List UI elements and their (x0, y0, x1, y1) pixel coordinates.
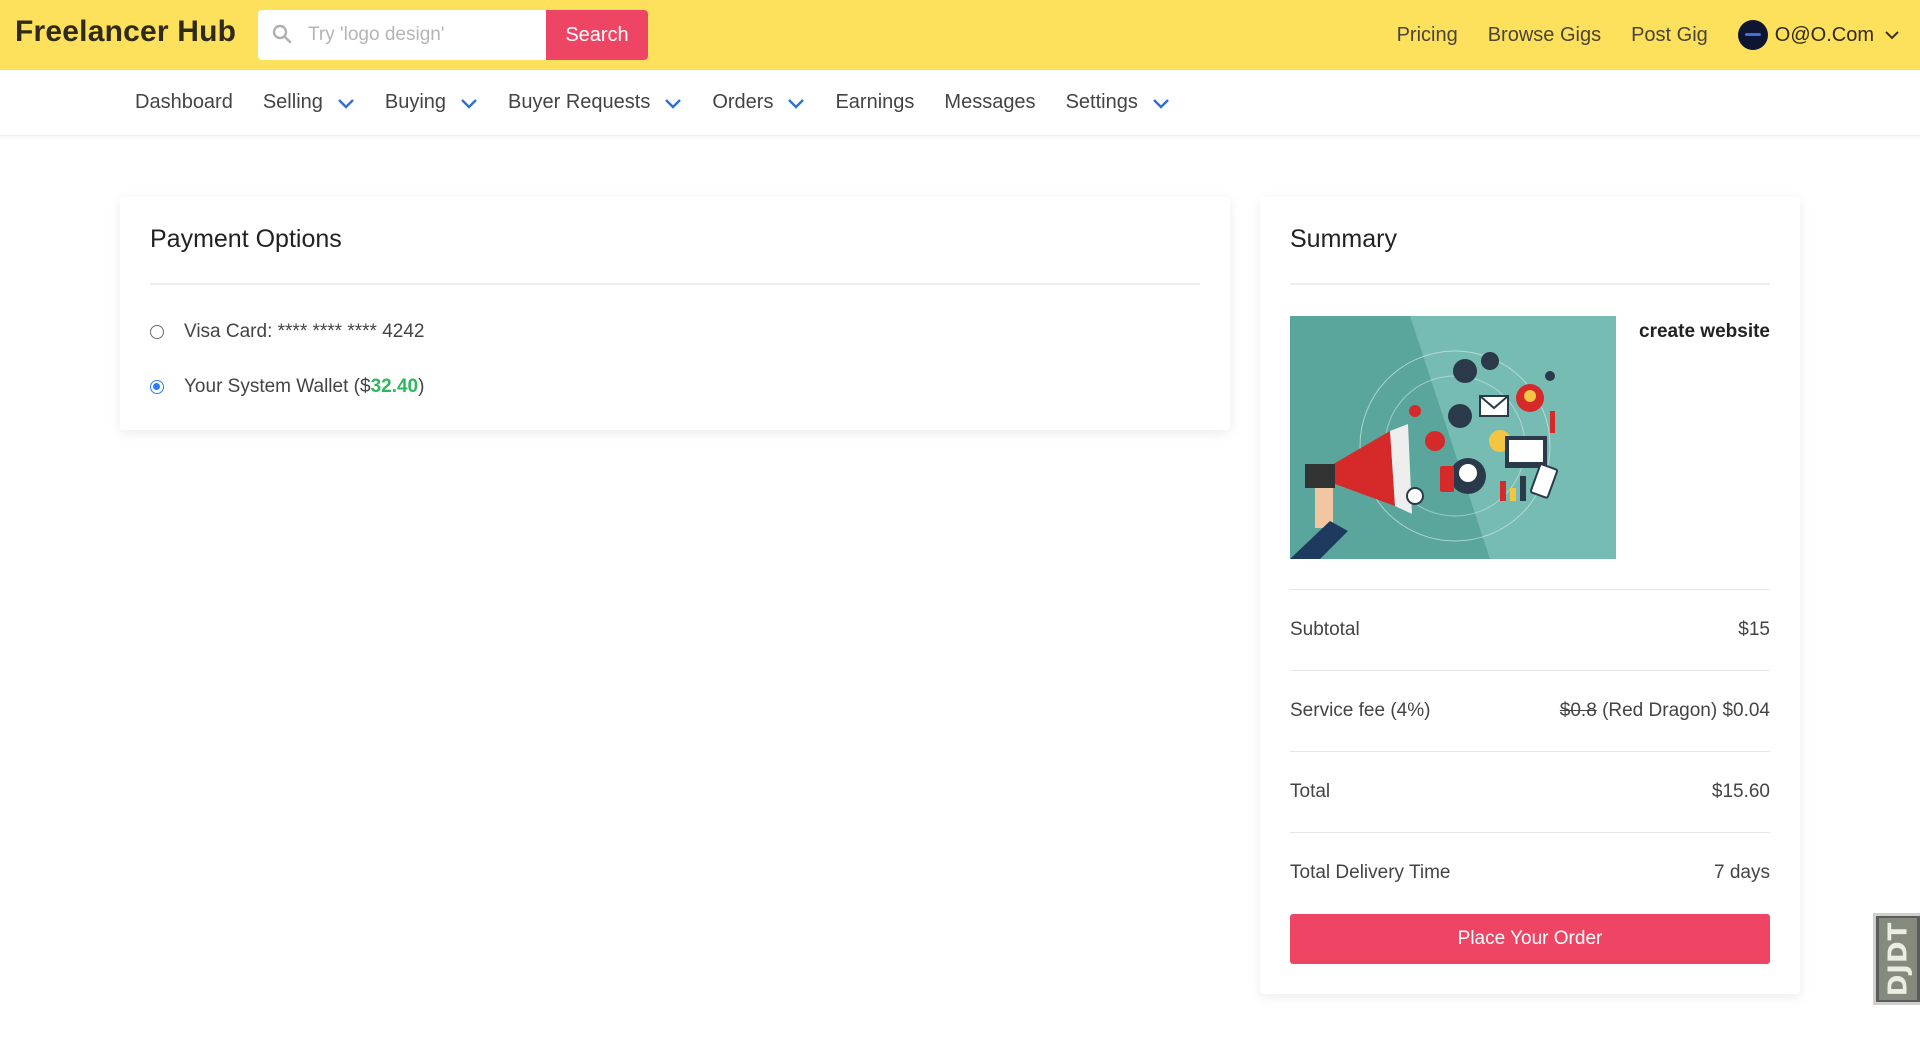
subnav-item-earnings[interactable]: Earnings (835, 91, 914, 114)
summary-row-subtotal: Subtotal $15 (1290, 589, 1770, 670)
chevron-down-icon (788, 98, 805, 109)
divider (1290, 283, 1770, 285)
subnav-item-orders[interactable]: Orders (712, 91, 805, 114)
gig-thumbnail[interactable] (1290, 316, 1616, 559)
search-icon (272, 24, 292, 44)
total-label: Total (1290, 781, 1331, 802)
delivery-value: 7 days (1714, 862, 1770, 883)
wallet-label-prefix: Your System Wallet ($ (184, 376, 371, 397)
payment-options-title: Payment Options (150, 225, 342, 253)
service-fee-value: $0.8 (Red Dragon) $0.04 (1560, 700, 1770, 722)
debug-toolbar-inner: DJDT (1879, 918, 1917, 1000)
user-name: O@O.Com (1774, 23, 1874, 46)
chevron-down-icon (665, 98, 682, 109)
megaphone-illustration (1290, 316, 1616, 559)
summary-title: Summary (1290, 225, 1397, 253)
debug-toolbar-handle[interactable]: DJDT (1873, 913, 1920, 1005)
payment-option-visa[interactable]: Visa Card: **** **** **** 4242 (150, 321, 424, 343)
top-bar: Freelancer Hub Search Pricing Browse Gig… (0, 0, 1920, 70)
payment-options-card: Payment Options Visa Card: **** **** ***… (120, 197, 1230, 430)
visa-label: Visa Card: **** **** **** 4242 (184, 321, 425, 342)
gig-title[interactable]: create website (1639, 321, 1770, 343)
chevron-down-icon (1152, 98, 1169, 109)
subnav-label: Dashboard (135, 91, 233, 113)
subnav-item-buyer-requests[interactable]: Buyer Requests (508, 91, 682, 114)
subnav-label: Earnings (835, 91, 915, 113)
avatar (1737, 20, 1768, 50)
subnav-item-dashboard[interactable]: Dashboard (135, 91, 233, 114)
subtotal-value: $15 (1738, 619, 1770, 640)
nav-link-browse-gigs[interactable]: Browse Gigs (1488, 24, 1601, 47)
service-fee-discounted: (Red Dragon) $0.04 (1602, 700, 1770, 721)
subnav-label: Buying (384, 91, 447, 113)
summary-row-service-fee: Service fee (4%) $0.8 (Red Dragon) $0.04 (1290, 670, 1770, 751)
chevron-down-icon (338, 98, 354, 109)
chevron-down-icon (1885, 31, 1899, 40)
summary-row-delivery: Total Delivery Time 7 days (1290, 832, 1770, 913)
total-value: $15.60 (1711, 781, 1770, 802)
wallet-radio[interactable] (150, 380, 164, 394)
delivery-label: Total Delivery Time (1290, 862, 1451, 883)
summary-card: Summary create website Subtotal $15 Serv… (1260, 197, 1800, 994)
debug-toolbar-label: DJDT (1883, 921, 1914, 997)
subnav-item-settings[interactable]: Settings (1066, 91, 1170, 114)
nav-link-post-gig[interactable]: Post Gig (1631, 24, 1708, 47)
nav-link-pricing[interactable]: Pricing (1397, 24, 1458, 47)
subnav-label: Messages (944, 91, 1036, 113)
subnav-item-messages[interactable]: Messages (944, 91, 1035, 114)
search-input[interactable] (308, 10, 538, 60)
secondary-nav: Dashboard Selling Buying Buyer Requests … (0, 70, 1920, 136)
subnav-label: Orders (712, 91, 774, 113)
payment-option-wallet[interactable]: Your System Wallet ($32.40) (150, 376, 424, 398)
summary-row-total: Total $15.60 (1290, 751, 1770, 832)
search-bar: Search (258, 10, 648, 60)
brand-logo[interactable]: Freelancer Hub (15, 15, 236, 49)
chevron-down-icon (461, 98, 477, 109)
place-order-button[interactable]: Place Your Order (1290, 914, 1770, 964)
visa-radio[interactable] (150, 325, 164, 339)
subnav-item-selling[interactable]: Selling (263, 91, 355, 114)
wallet-label: Your System Wallet ($32.40) (184, 376, 424, 398)
service-fee-original: $0.8 (1559, 700, 1597, 721)
wallet-amount: 32.40 (370, 376, 419, 397)
subnav-label: Settings (1065, 91, 1138, 113)
service-fee-label: Service fee (4%) (1290, 700, 1431, 721)
subnav-label: Buyer Requests (508, 91, 651, 113)
search-button[interactable]: Search (546, 10, 648, 60)
subnav-label: Selling (262, 91, 323, 113)
divider (150, 283, 1200, 285)
subnav-item-buying[interactable]: Buying (385, 91, 478, 114)
user-menu[interactable]: O@O.Com (1737, 20, 1900, 50)
top-nav: Pricing Browse Gigs Post Gig O@O.Com (1367, 0, 1900, 70)
subtotal-label: Subtotal (1290, 619, 1360, 640)
search-box (258, 10, 546, 60)
wallet-label-suffix: ) (418, 376, 425, 397)
